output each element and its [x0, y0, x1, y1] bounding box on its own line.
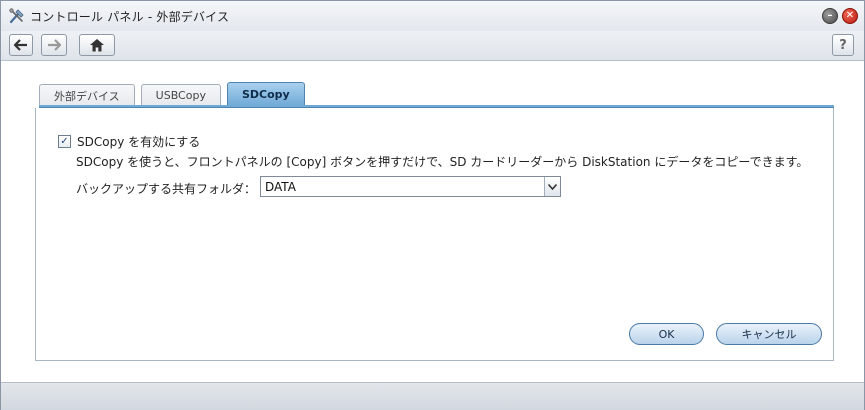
minimize-button[interactable]: –	[822, 8, 838, 24]
window-controls: – ✕	[822, 8, 858, 24]
tab-sdcopy[interactable]: SDCopy	[226, 82, 305, 106]
window-title: コントロール パネル - 外部デバイス	[30, 9, 230, 24]
home-icon	[90, 39, 104, 52]
backup-folder-label: バックアップする共有フォルダ：	[76, 182, 257, 196]
backup-folder-value: DATA	[265, 179, 296, 194]
enable-sdcopy-label: SDCopy を有効にする	[77, 135, 201, 149]
help-button[interactable]: ?	[832, 34, 854, 56]
close-button[interactable]: ✕	[842, 8, 858, 24]
home-button[interactable]	[79, 34, 115, 56]
status-bar	[1, 382, 864, 410]
back-button[interactable]	[9, 34, 33, 56]
title-bar[interactable]: コントロール パネル - 外部デバイス – ✕	[1, 1, 864, 31]
sdcopy-panel: ✓ SDCopy を有効にする SDCopy を使うと、フロントパネルの [Co…	[35, 108, 834, 361]
toolbar: ?	[1, 31, 864, 61]
backup-folder-select[interactable]: DATA	[260, 176, 561, 197]
main-content: 外部デバイス USBCopy SDCopy ✓ SDCopy を有効にする SD…	[2, 62, 863, 382]
chevron-down-icon	[548, 183, 557, 190]
help-icon: ?	[839, 37, 847, 53]
arrow-left-icon	[14, 39, 27, 51]
minimize-icon: –	[827, 10, 833, 21]
tab-usbcopy[interactable]: USBCopy	[140, 84, 221, 106]
cancel-button[interactable]: キャンセル	[716, 323, 822, 345]
dropdown-arrow-button[interactable]	[544, 177, 560, 196]
tab-bar: 外部デバイス USBCopy SDCopy	[39, 82, 311, 106]
tab-external-devices[interactable]: 外部デバイス	[39, 84, 135, 106]
enable-sdcopy-checkbox[interactable]: ✓	[58, 135, 71, 148]
forward-button[interactable]	[41, 34, 67, 56]
sdcopy-description: SDCopy を使うと、フロントパネルの [Copy] ボタンを押すだけで、SD…	[76, 155, 809, 169]
ok-button[interactable]: OK	[629, 323, 704, 345]
checkmark-icon: ✓	[60, 135, 69, 147]
close-icon: ✕	[845, 10, 855, 21]
arrow-right-icon	[48, 39, 61, 51]
enable-sdcopy-row[interactable]: ✓ SDCopy を有効にする	[58, 133, 200, 150]
control-panel-window: コントロール パネル - 外部デバイス – ✕ ? 外部デバイス USBCopy…	[0, 0, 865, 410]
control-panel-tools-icon	[9, 8, 24, 24]
